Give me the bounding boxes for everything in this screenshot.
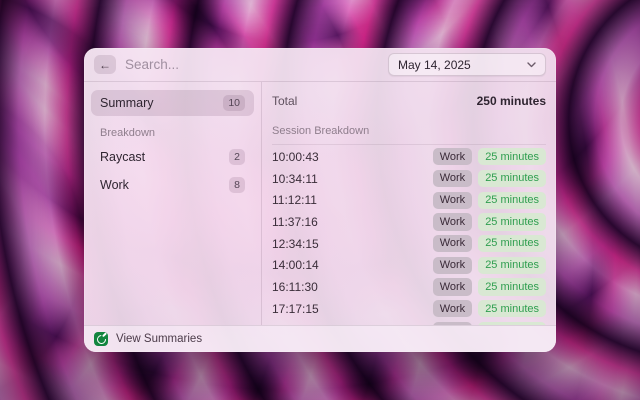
chevron-down-icon [527,62,536,68]
session-row[interactable]: 17:17:15 Work 25 minutes [272,298,546,320]
session-tag-badge: Work [433,192,472,209]
sidebar-item-badge: 10 [223,95,245,111]
session-row[interactable]: 14:00:14 Work 25 minutes [272,254,546,276]
action-bar: View Summaries [84,325,556,352]
sidebar-item-badge: 8 [229,177,245,193]
date-dropdown[interactable]: May 14, 2025 [388,53,546,76]
session-duration-badge: 25 minutes [478,322,546,325]
sidebar-item-badge: 2 [229,149,245,165]
session-duration-badge: 25 minutes [478,192,546,209]
session-tags: Work 25 minutes [433,278,546,295]
session-row[interactable]: 10:34:11 Work 25 minutes [272,168,546,190]
sidebar-section-label: Breakdown [100,127,245,139]
session-tags: Work 25 minutes [433,235,546,252]
view-summaries-action[interactable]: View Summaries [116,333,202,345]
session-list: 10:00:43 Work 25 minutes 10:34:11 Work 2… [272,145,546,325]
main-panel: Total 250 minutes Session Breakdown 10:0… [262,82,556,325]
session-time: 11:12:11 [272,193,317,207]
session-time: 12:34:15 [272,237,319,251]
session-tag-badge: Work [433,170,472,187]
session-time: 10:00:43 [272,150,319,164]
session-time: 17:42:15 [272,323,319,325]
back-button[interactable]: ← [94,55,116,74]
search-input[interactable] [125,57,379,72]
session-tag-badge: Work [433,235,472,252]
session-tags: Work 25 minutes [433,170,546,187]
session-duration-badge: 25 minutes [478,257,546,274]
session-tag-badge: Work [433,278,472,295]
session-row[interactable]: 11:37:16 Work 25 minutes [272,211,546,233]
session-row[interactable]: 11:12:11 Work 25 minutes [272,189,546,211]
sidebar-primary-group: Summary 10 [91,90,254,116]
date-dropdown-value: May 14, 2025 [398,58,471,72]
session-tag-badge: Work [433,322,472,325]
session-time: 16:11:30 [272,280,318,294]
raycast-window: ← May 14, 2025 Summary 10 Breakdown Rayc… [84,48,556,352]
session-tag-badge: Work [433,213,472,230]
sidebar-item[interactable]: Summary 10 [91,90,254,116]
total-row: Total 250 minutes [272,91,546,111]
sidebar-item[interactable]: Work 8 [91,172,254,198]
session-time: 14:00:14 [272,258,319,272]
session-time: 17:17:15 [272,302,319,316]
session-duration-badge: 25 minutes [478,278,546,295]
sidebar-breakdown-group: Raycast 2 Work 8 [91,144,254,198]
session-breakdown-header: Session Breakdown [272,125,546,145]
session-time: 10:34:11 [272,172,318,186]
window-body: Summary 10 Breakdown Raycast 2 Work 8 To… [84,82,556,325]
sidebar-item[interactable]: Raycast 2 [91,144,254,170]
session-tags: Work 25 minutes [433,300,546,317]
session-time: 11:37:16 [272,215,318,229]
session-duration-badge: 25 minutes [478,213,546,230]
session-tags: Work 25 minutes [433,322,546,325]
sidebar: Summary 10 Breakdown Raycast 2 Work 8 [84,82,262,325]
session-tag-badge: Work [433,148,472,165]
session-row[interactable]: 16:11:30 Work 25 minutes [272,276,546,298]
session-tags: Work 25 minutes [433,213,546,230]
session-tag-badge: Work [433,300,472,317]
session-row[interactable]: 10:00:43 Work 25 minutes [272,146,546,168]
session-duration-badge: 25 minutes [478,300,546,317]
top-bar: ← May 14, 2025 [84,48,556,82]
session-tags: Work 25 minutes [433,257,546,274]
session-tags: Work 25 minutes [433,192,546,209]
back-arrow-icon: ← [99,58,111,72]
total-label: Total [272,94,297,108]
session-duration-badge: 25 minutes [478,170,546,187]
sidebar-item-label: Summary [100,96,153,110]
session-row[interactable]: 12:34:15 Work 25 minutes [272,233,546,255]
sidebar-item-label: Work [100,178,129,192]
sidebar-item-label: Raycast [100,150,145,164]
session-tags: Work 25 minutes [433,148,546,165]
view-summaries-extension-icon [94,332,108,346]
session-duration-badge: 25 minutes [478,148,546,165]
total-value: 250 minutes [477,94,546,108]
session-row[interactable]: 17:42:15 Work 25 minutes [272,320,546,326]
session-duration-badge: 25 minutes [478,235,546,252]
session-tag-badge: Work [433,257,472,274]
